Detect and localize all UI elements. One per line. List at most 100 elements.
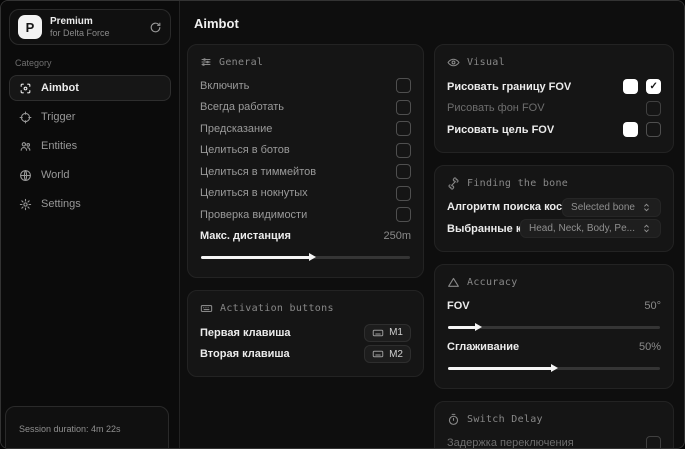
accuracy-card-header: Accuracy <box>447 276 661 289</box>
toggle-row-target-teammates: Целиться в тиммейтов <box>200 161 411 183</box>
fov-target-row: Рисовать цель FOV <box>447 119 661 141</box>
checkbox-target-bots[interactable] <box>396 142 411 158</box>
toggle-row-always-work: Всегда работать <box>200 97 411 119</box>
app-title-block: Premium for Delta Force <box>50 16 110 38</box>
timer-icon <box>447 413 460 426</box>
switch-delay-card-header: Switch Delay <box>447 413 661 426</box>
smoothing-slider[interactable] <box>448 363 660 372</box>
visual-card-header: Visual <box>447 56 661 69</box>
toggle-row-prediction: Предсказание <box>200 118 411 140</box>
gear-icon <box>19 198 32 211</box>
sidebar-item-world[interactable]: World <box>9 162 171 188</box>
users-icon <box>19 140 32 153</box>
second-key-row: Вторая клавиша M2 <box>200 344 411 366</box>
finding-bone-card: Finding the bone Алгоритм поиска кост Se… <box>434 164 674 252</box>
checkbox-visibility-check[interactable] <box>396 207 411 223</box>
unfold-icon <box>641 202 652 213</box>
activation-buttons-card: Activation buttons Первая клавиша M1 Вто… <box>187 290 424 377</box>
bone-algorithm-row: Алгоритм поиска кост Selected bone <box>447 197 661 219</box>
page-title: Aimbot <box>194 16 239 31</box>
sidebar: P Premium for Delta Force Category Aimbo… <box>1 1 179 448</box>
checkbox-target-teammates[interactable] <box>396 164 411 180</box>
checkbox-target-knocked[interactable] <box>396 185 411 201</box>
keyboard-icon <box>200 302 213 315</box>
globe-icon <box>19 169 32 182</box>
keyboard-icon <box>372 327 384 339</box>
column-right: Visual Рисовать границу FOV Рисовать фон… <box>434 44 674 448</box>
app-subtitle: for Delta Force <box>50 27 110 38</box>
toggle-row-target-knocked: Целиться в нокнутых <box>200 183 411 205</box>
checkbox-prediction[interactable] <box>396 121 411 137</box>
visual-card: Visual Рисовать границу FOV Рисовать фон… <box>434 44 674 153</box>
sliders-icon <box>200 56 212 68</box>
bone-icon <box>447 176 460 190</box>
sidebar-item-label: Aimbot <box>41 82 79 94</box>
fov-background-row: Рисовать фон FOV <box>447 98 661 120</box>
sidebar-item-label: World <box>41 169 70 181</box>
eye-icon <box>447 56 460 69</box>
accuracy-card: Accuracy FOV 50° Сглаживание 50% <box>434 263 674 389</box>
checkbox-switch-delay[interactable] <box>646 435 661 448</box>
switch-delay-toggle-row: Задержка переключения <box>447 433 661 448</box>
activation-card-header: Activation buttons <box>200 302 411 315</box>
toggle-row-visibility-check: Проверка видимости <box>200 204 411 226</box>
sidebar-item-aimbot[interactable]: Aimbot <box>9 75 171 101</box>
smoothing-slider-fill[interactable] <box>448 363 558 372</box>
checkbox-fov-border[interactable] <box>646 79 661 95</box>
max-distance-value: 250m <box>383 230 411 243</box>
category-label: Category <box>15 58 52 68</box>
app-window: P Premium for Delta Force Category Aimbo… <box>0 0 685 449</box>
general-card-header: General <box>200 56 411 68</box>
max-distance-slider-fill[interactable] <box>201 253 316 261</box>
bone-algorithm-value: Selected bone <box>571 201 635 213</box>
fov-value: 50° <box>644 300 661 313</box>
smoothing-value: 50% <box>638 340 661 353</box>
sidebar-item-entities[interactable]: Entities <box>9 133 171 159</box>
bone-algorithm-select[interactable]: Selected bone <box>562 197 661 217</box>
triangle-icon <box>447 276 460 289</box>
sidebar-item-trigger[interactable]: Trigger <box>9 104 171 130</box>
max-distance-row: Макс. дистанция 250m <box>200 230 411 243</box>
switch-delay-card: Switch Delay Задержка переключения Задер… <box>434 400 674 448</box>
sidebar-item-settings[interactable]: Settings <box>9 191 171 217</box>
unfold-icon <box>641 223 652 234</box>
selected-bones-value: Head, Neck, Body, Pe... <box>529 223 635 235</box>
selected-bones-select[interactable]: Head, Neck, Body, Pe... <box>520 219 661 239</box>
sync-icon[interactable] <box>149 21 162 34</box>
first-key-row: Первая клавиша M1 <box>200 322 411 344</box>
smoothing-row: Сглаживание 50% <box>447 340 661 353</box>
session-duration-card: Session duration: 4m 22s <box>5 406 169 448</box>
second-key-value: M2 <box>389 348 403 360</box>
first-key-button[interactable]: M1 <box>364 323 411 342</box>
sidebar-item-label: Settings <box>41 198 81 210</box>
fov-row: FOV 50° <box>447 300 661 313</box>
aimbot-scan-icon <box>19 82 32 95</box>
second-key-button[interactable]: M2 <box>364 345 411 364</box>
checkbox-fov-background[interactable] <box>646 100 661 116</box>
sidebar-item-label: Entities <box>41 140 78 152</box>
bone-card-header: Finding the bone <box>447 176 661 190</box>
keyboard-icon <box>372 348 384 360</box>
checkbox-always-work[interactable] <box>396 99 411 115</box>
crosshair-icon <box>19 111 32 124</box>
app-logo: P <box>18 15 42 39</box>
column-left: General Включить Всегда работать Предска… <box>187 44 424 448</box>
max-distance-slider[interactable] <box>201 253 410 261</box>
fov-slider[interactable] <box>448 323 660 331</box>
sidebar-header: P Premium for Delta Force <box>9 9 171 45</box>
fov-slider-fill[interactable] <box>448 323 482 331</box>
toggle-row-enable: Включить <box>200 75 411 97</box>
general-card: General Включить Всегда работать Предска… <box>187 44 424 278</box>
checkbox-fov-target[interactable] <box>646 122 661 138</box>
fov-border-row: Рисовать границу FOV <box>447 76 661 98</box>
fov-border-color-swatch[interactable] <box>623 79 638 95</box>
sidebar-item-label: Trigger <box>41 111 76 123</box>
first-key-value: M1 <box>389 327 403 339</box>
main-content: Aimbot General Включить Всегда работать <box>179 1 684 448</box>
checkbox-enable[interactable] <box>396 78 411 94</box>
session-duration-text: Session duration: 4m 22s <box>19 424 121 434</box>
app-title: Premium <box>50 16 93 28</box>
fov-target-color-swatch[interactable] <box>623 122 638 138</box>
toggle-row-target-bots: Целиться в ботов <box>200 140 411 162</box>
selected-bones-row: Выбранные кос Head, Neck, Body, Pe... <box>447 218 661 240</box>
